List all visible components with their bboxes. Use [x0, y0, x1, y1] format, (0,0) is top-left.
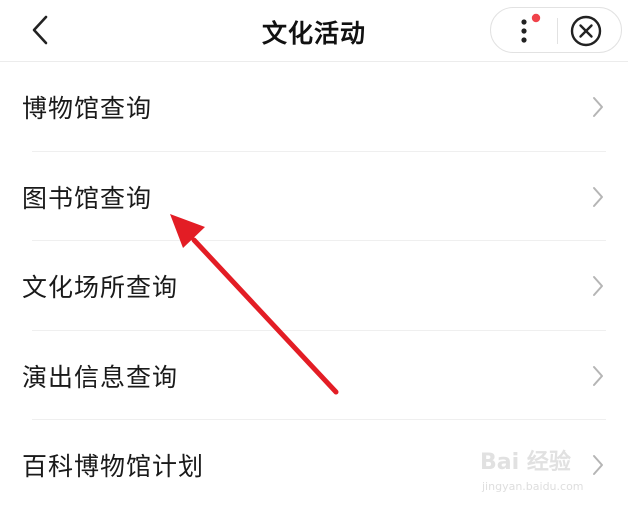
menu-item-library[interactable]: 图书馆查询	[0, 152, 628, 241]
more-button[interactable]	[505, 13, 545, 49]
close-button[interactable]	[567, 12, 605, 50]
nav-bar: 文化活动	[0, 0, 628, 62]
menu-list: 博物馆查询 图书馆查询 文化场所查询 演出信息查询 百科博物馆计划	[0, 62, 628, 510]
menu-item-museum[interactable]: 博物馆查询	[0, 62, 628, 152]
menu-item-label: 百科博物馆计划	[22, 452, 205, 481]
chevron-right-icon	[593, 455, 603, 475]
menu-item-encyclopedia-museum[interactable]: 百科博物馆计划	[0, 420, 628, 510]
notification-dot	[531, 13, 541, 23]
capsule-menu	[490, 7, 622, 53]
menu-item-label: 文化场所查询	[22, 273, 179, 302]
chevron-right-icon	[593, 97, 603, 117]
menu-item-cultural-venue[interactable]: 文化场所查询	[0, 241, 628, 331]
menu-item-label: 图书馆查询	[22, 183, 153, 213]
chevron-right-icon	[593, 276, 603, 296]
menu-item-label: 博物馆查询	[22, 94, 153, 123]
menu-item-label: 演出信息查询	[22, 362, 179, 392]
more-vertical-icon	[521, 13, 541, 43]
chevron-right-icon	[593, 186, 603, 207]
capsule-divider	[557, 18, 558, 44]
menu-item-performance[interactable]: 演出信息查询	[0, 331, 628, 420]
chevron-right-icon	[593, 365, 603, 386]
close-circle-icon	[570, 15, 602, 47]
